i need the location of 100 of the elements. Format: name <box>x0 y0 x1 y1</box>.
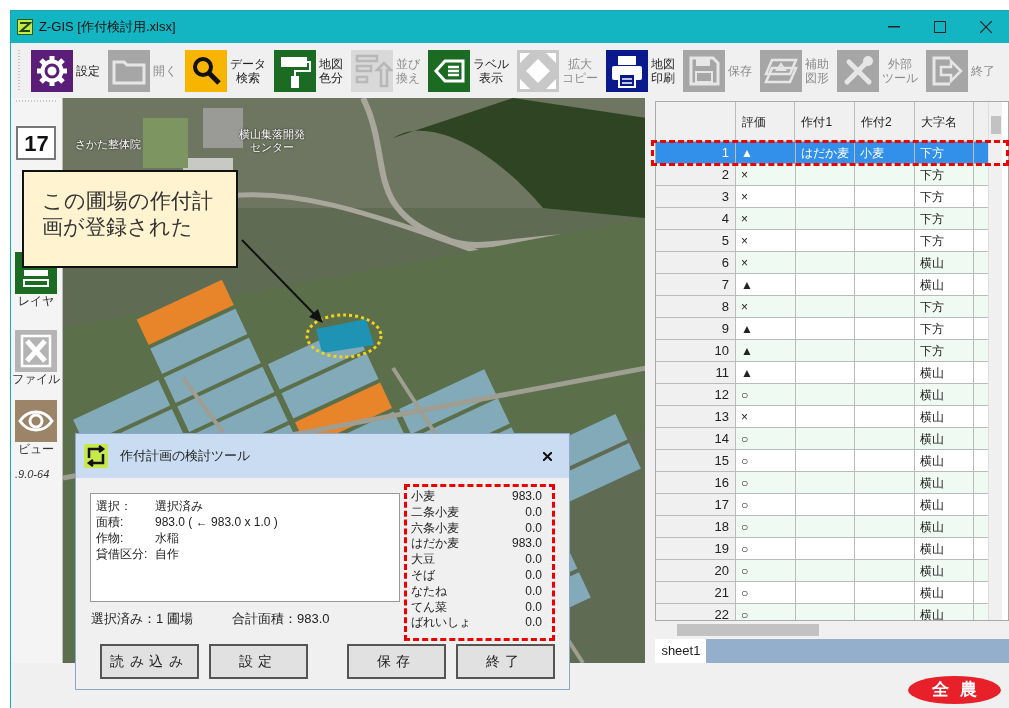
dialog-button[interactable]: 保存 <box>347 644 446 679</box>
crop-area: 0.0 <box>525 615 548 632</box>
expand-arrows-icon <box>517 49 559 92</box>
table-row[interactable]: 15 ○ 横山 <box>656 450 989 472</box>
crop-area: 983.0 <box>511 536 548 553</box>
table-cell-text: 下方 <box>919 320 944 338</box>
table-row[interactable]: 2 × 下方 <box>656 164 989 186</box>
sidebar-grip-handle[interactable] <box>16 98 57 104</box>
map-label: 横山集落開発 センター <box>238 128 305 154</box>
crop-name: なたね <box>411 583 448 600</box>
table-row[interactable]: 22 ○ 横山 <box>656 604 989 621</box>
column-header[interactable] <box>974 102 989 142</box>
scrollbar-thumb[interactable] <box>677 624 820 637</box>
table-row[interactable]: 13 × 横山 <box>656 406 989 428</box>
dialog-button[interactable]: 設定 <box>209 644 308 679</box>
table-cell-text: 下方 <box>919 144 944 162</box>
crop-name: はだか麦 <box>411 536 460 553</box>
table-cell-text: × <box>741 254 749 272</box>
table-cell-text: 下方 <box>919 232 944 250</box>
table-row[interactable]: 20 ○ 横山 <box>656 560 989 582</box>
close-icon <box>980 21 992 33</box>
search-icon <box>185 49 227 92</box>
table-cell-text: 横山 <box>919 408 944 426</box>
toolbar-button[interactable]: 設定 <box>31 47 100 94</box>
table-cell-text: ○ <box>741 606 749 621</box>
map-label: さかた整体院 <box>74 138 141 151</box>
table-row[interactable]: 3 × 下方 <box>656 186 989 208</box>
vertical-scrollbar[interactable] <box>988 102 1003 621</box>
table-row[interactable]: 10 ▲ 下方 <box>656 340 989 362</box>
column-header[interactable]: 作付1 <box>795 102 856 142</box>
table-cell-text: ▲ <box>741 364 753 382</box>
table-cell-text: ○ <box>741 430 749 448</box>
table-row[interactable]: 14 ○ 横山 <box>656 428 989 450</box>
table-row[interactable]: 9 ▲ 下方 <box>656 318 989 340</box>
printer-icon <box>606 49 648 92</box>
detail-label: 選択： <box>96 498 133 514</box>
dialog-button[interactable]: 読み込み <box>100 644 199 679</box>
dialog-button[interactable]: 終了 <box>456 644 555 679</box>
table-cell-text: 下方 <box>919 298 944 316</box>
toolbar-button[interactable]: データ 検索 <box>185 47 266 94</box>
exit-icon <box>926 49 968 92</box>
row-number: 18 <box>656 516 737 538</box>
table-cell-text: 横山 <box>919 584 944 602</box>
row-number: 10 <box>656 340 737 362</box>
folder-icon <box>108 49 150 92</box>
table-cell-text: 横山 <box>919 254 944 272</box>
table-cell-text: ▲ <box>741 342 753 360</box>
crop-name: 二条小麦 <box>411 504 460 521</box>
table-cell-text: × <box>741 232 749 250</box>
table-cell-text: 横山 <box>919 518 944 536</box>
crop-name: 大豆 <box>411 552 436 568</box>
table-row[interactable]: 5 × 下方 <box>656 230 989 252</box>
close-icon <box>542 451 552 461</box>
column-header[interactable]: 作付2 <box>855 102 915 142</box>
toolbar-button[interactable]: 地図 色分 <box>274 47 343 94</box>
table-row[interactable]: 7 ▲ 横山 <box>656 274 989 296</box>
toolbar-button[interactable]: ラベル 表示 <box>428 47 509 94</box>
row-number: 19 <box>656 538 737 560</box>
sidebar-button[interactable]: ファイル <box>12 330 61 386</box>
row-number: 11 <box>656 362 737 384</box>
table-cell-text: × <box>741 166 749 184</box>
table-row[interactable]: 11 ▲ 横山 <box>656 362 989 384</box>
minimize-icon <box>888 26 900 28</box>
table-row[interactable]: 21 ○ 横山 <box>656 582 989 604</box>
table-row[interactable]: 18 ○ 横山 <box>656 516 989 538</box>
table-cell-text: 横山 <box>919 430 944 448</box>
detail-value: 水稲 <box>155 530 179 546</box>
scrollbar-thumb[interactable] <box>991 116 1002 134</box>
table-cell-text: × <box>741 298 749 316</box>
table-cell-text: ○ <box>741 474 749 492</box>
table-cell-text: 小麦 <box>860 144 885 162</box>
logo: 全農 <box>908 676 1001 704</box>
toolbar-button[interactable]: 地図 印刷 <box>606 47 675 94</box>
paint-roller-icon <box>274 49 316 92</box>
zoom-level-field[interactable]: 17 <box>16 126 57 160</box>
table-row[interactable]: 8 × 下方 <box>656 296 989 318</box>
row-number: 4 <box>656 208 737 230</box>
table-cell-text: × <box>741 188 749 206</box>
column-header[interactable]: 評価 <box>735 102 796 142</box>
table-row[interactable]: 16 ○ 横山 <box>656 472 989 494</box>
sidebar-button[interactable]: ビュー <box>15 400 58 456</box>
toolbar-grip-handle[interactable] <box>17 49 21 92</box>
table-cell-text: 横山 <box>919 562 944 580</box>
crop-area: 0.0 <box>525 568 548 584</box>
table-row[interactable]: 6 × 横山 <box>656 252 989 274</box>
crop-area: 983.0 <box>511 489 548 505</box>
table-row[interactable]: 12 ○ 横山 <box>656 384 989 406</box>
table-row[interactable]: 19 ○ 横山 <box>656 538 989 560</box>
table-row[interactable]: 4 × 下方 <box>656 208 989 230</box>
row-number: 17 <box>656 494 737 516</box>
row-number: 3 <box>656 186 737 208</box>
tag-icon <box>428 49 470 92</box>
table-cell-text: 横山 <box>919 496 944 514</box>
column-header[interactable]: 大字名 <box>914 102 975 142</box>
sheet-tab[interactable]: sheet1 <box>655 639 707 663</box>
table-cell-text: 横山 <box>919 386 944 404</box>
table-row[interactable]: 17 ○ 横山 <box>656 494 989 516</box>
detail-label: 作物: <box>96 530 125 546</box>
tools-icon <box>837 49 879 92</box>
callout-tooltip: この圃場の作付計画が登録された <box>22 170 238 268</box>
